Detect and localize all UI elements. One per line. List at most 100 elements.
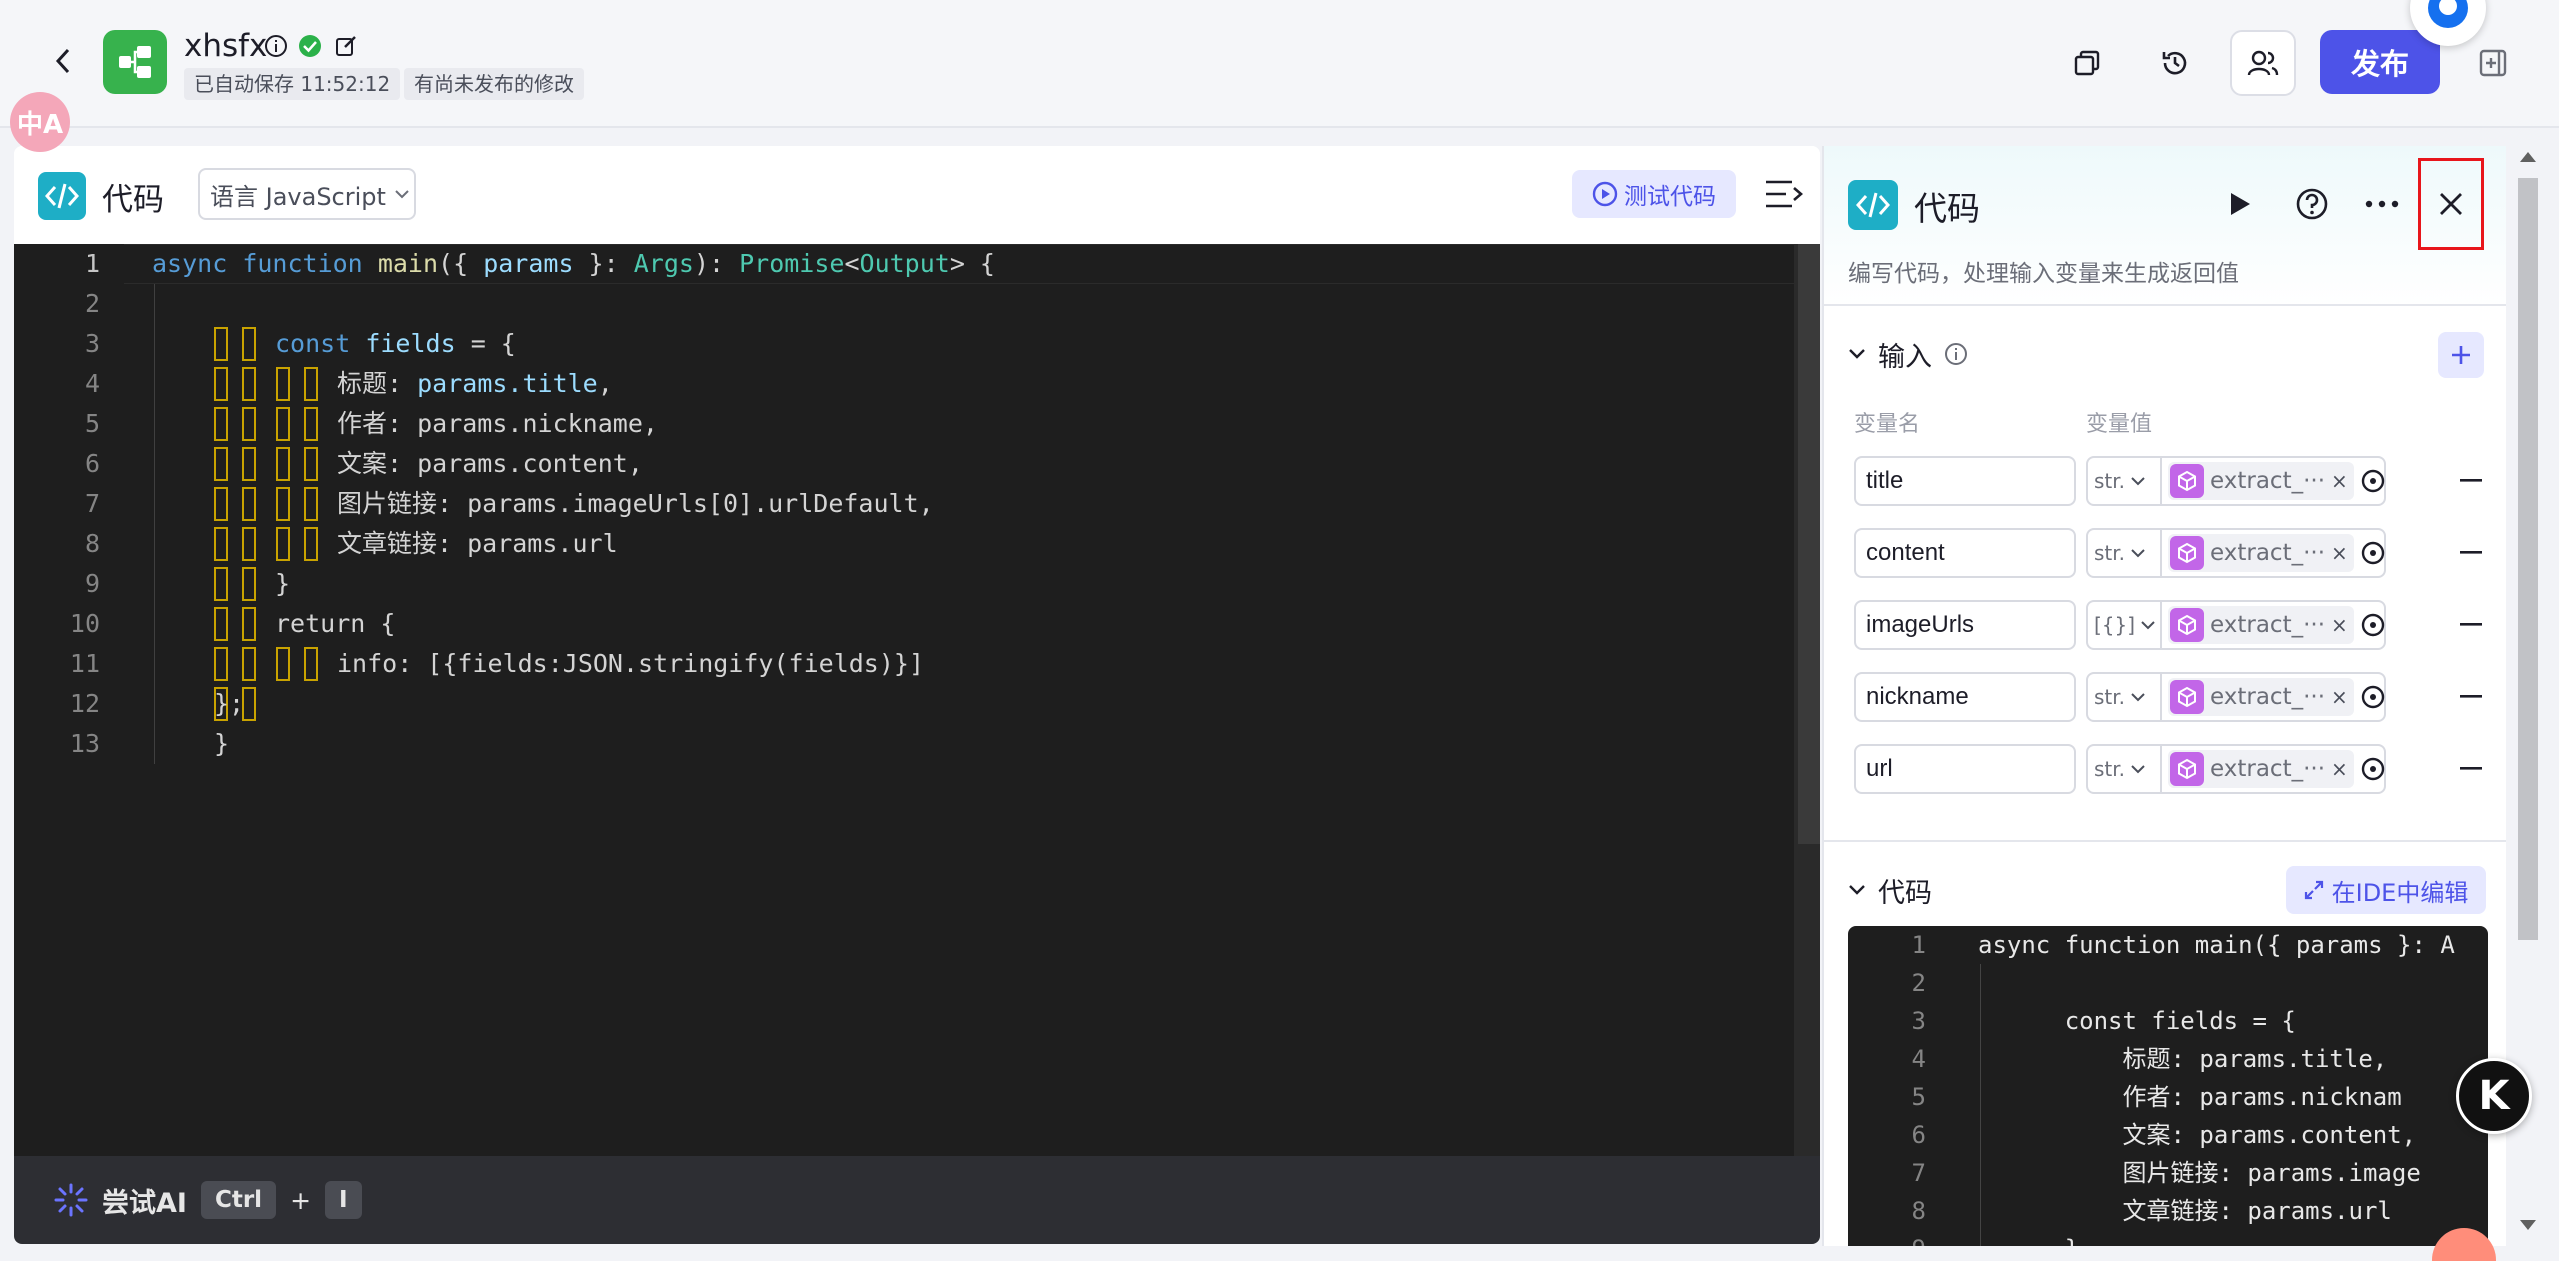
indent-guide	[154, 284, 155, 764]
code-line: };	[214, 689, 245, 718]
add-panel-button[interactable]	[2460, 30, 2526, 96]
variable-value-field[interactable]: extract_··· ×	[2160, 456, 2386, 506]
line-number: 1	[84, 249, 100, 278]
code-icon	[38, 172, 86, 220]
variable-value-field[interactable]: extract_··· ×	[2160, 528, 2386, 578]
variable-name-input[interactable]: content	[1854, 528, 2076, 578]
reference-chip[interactable]: extract_··· ×	[2168, 462, 2354, 500]
code-token: Output	[859, 249, 950, 278]
reference-chip[interactable]: extract_··· ×	[2168, 750, 2354, 788]
target-icon[interactable]	[2360, 466, 2386, 496]
line-number: 12	[69, 689, 100, 718]
publish-button[interactable]: 发布	[2320, 30, 2440, 94]
variable-name-input[interactable]: nickname	[1854, 672, 2076, 722]
ai-assist-bar[interactable]: 尝试AI Ctrl + I	[14, 1156, 1820, 1244]
variable-name-input[interactable]: url	[1854, 744, 2076, 794]
variable-name-input[interactable]: title	[1854, 456, 2076, 506]
remove-reference-icon[interactable]: ×	[2331, 685, 2348, 709]
ai-label: 尝试AI	[102, 1187, 187, 1219]
editor-scrollbar-thumb[interactable]	[1798, 244, 1820, 844]
code-section-toggle[interactable]: 代码	[1848, 870, 1932, 910]
remove-reference-icon[interactable]: ×	[2331, 469, 2348, 493]
back-button[interactable]	[46, 44, 80, 78]
whitespace-marker	[214, 407, 228, 441]
code-line: const fields = {	[1978, 1007, 2296, 1035]
code-editor[interactable]: 1 2 3 4 5 6 7 8 9 10 11 12 13 async func…	[14, 244, 1820, 1156]
info-icon[interactable]	[262, 32, 290, 60]
variable-name-input[interactable]: imageUrls	[1854, 600, 2076, 650]
column-header-value: 变量值	[2086, 412, 2153, 437]
help-button[interactable]	[2290, 182, 2334, 226]
close-panel-button[interactable]	[2418, 158, 2484, 250]
edit-in-ide-button[interactable]: 在IDE中编辑	[2286, 866, 2486, 914]
page-scrollbar-thumb[interactable]	[2518, 178, 2538, 940]
test-code-button[interactable]: 测试代码	[1572, 170, 1736, 218]
code-line: const fields = {	[275, 324, 516, 364]
whitespace-marker	[304, 647, 318, 681]
reference-chip[interactable]: extract_··· ×	[2168, 606, 2354, 644]
whitespace-marker	[214, 527, 228, 561]
whitespace-marker	[214, 367, 228, 401]
history-button[interactable]	[2142, 30, 2208, 96]
code-token: ({	[438, 249, 484, 278]
copy-button[interactable]	[2054, 30, 2120, 96]
code-icon	[1848, 180, 1898, 230]
play-icon	[2231, 193, 2250, 215]
remove-reference-icon[interactable]: ×	[2331, 757, 2348, 781]
variable-value-field[interactable]: extract_··· ×	[2160, 600, 2386, 650]
whitespace-marker	[276, 407, 290, 441]
outline-menu-icon[interactable]	[1764, 176, 1804, 212]
line-number: 2	[84, 289, 100, 318]
target-icon[interactable]	[2360, 682, 2386, 712]
minus-icon	[2460, 623, 2482, 626]
scroll-up-arrow[interactable]	[2520, 152, 2536, 162]
chevron-down-icon	[1849, 885, 1865, 895]
scroll-down-arrow[interactable]	[2520, 1220, 2536, 1230]
edit-in-ide-label: 在IDE中编辑	[2331, 878, 2469, 907]
chevron-down-icon	[395, 190, 409, 199]
add-input-button[interactable]	[2438, 332, 2484, 378]
variable-type-select[interactable]: str.	[2086, 528, 2162, 578]
collaborators-button[interactable]	[2230, 30, 2296, 96]
variable-value-field[interactable]: extract_··· ×	[2160, 672, 2386, 722]
code-editor-panel: 代码 语言 JavaScript 测试代码 1 2 3 4 5 6 7 8 9 …	[14, 146, 1820, 1244]
variable-type-select[interactable]: [{}]	[2086, 600, 2162, 650]
editor-scrollbar[interactable]	[1794, 244, 1820, 1156]
whitespace-marker	[242, 527, 256, 561]
variable-type-value: str.	[2094, 541, 2126, 565]
edit-icon[interactable]	[332, 32, 360, 60]
variable-type-select[interactable]: str.	[2086, 744, 2162, 794]
variable-type-value: str.	[2094, 469, 2126, 493]
help-icon	[2296, 188, 2328, 220]
shortcut-key: I	[325, 1181, 362, 1219]
reference-chip[interactable]: extract_··· ×	[2168, 534, 2354, 572]
remove-variable-button[interactable]	[2454, 752, 2488, 786]
app-name: xhsfx	[184, 28, 268, 64]
whitespace-marker	[242, 487, 256, 521]
target-icon[interactable]	[2360, 538, 2386, 568]
reference-chip[interactable]: extract_··· ×	[2168, 678, 2354, 716]
language-select[interactable]: 语言 JavaScript	[198, 168, 416, 220]
remove-reference-icon[interactable]: ×	[2331, 541, 2348, 565]
users-icon	[2247, 50, 2279, 76]
more-icon	[2365, 200, 2399, 208]
line-number: 7	[1911, 1159, 1926, 1187]
remove-variable-button[interactable]	[2454, 680, 2488, 714]
variable-type-select[interactable]: str.	[2086, 672, 2162, 722]
remove-reference-icon[interactable]: ×	[2331, 613, 2348, 637]
remove-variable-button[interactable]	[2454, 464, 2488, 498]
translate-badge[interactable]: 中A	[10, 92, 70, 152]
assistant-k-button[interactable]: K	[2456, 1058, 2532, 1134]
line-number: 13	[69, 729, 100, 758]
chevron-down-icon	[2131, 549, 2145, 558]
input-section-toggle[interactable]: 输入	[1848, 334, 1968, 374]
target-icon[interactable]	[2360, 610, 2386, 640]
target-icon[interactable]	[2360, 754, 2386, 784]
remove-variable-button[interactable]	[2454, 608, 2488, 642]
remove-variable-button[interactable]	[2454, 536, 2488, 570]
more-options-button[interactable]	[2360, 182, 2404, 226]
code-preview[interactable]: 1 2 3 4 5 6 7 8 9 async function main({ …	[1848, 926, 2488, 1246]
run-button[interactable]	[2218, 182, 2262, 226]
variable-value-field[interactable]: extract_··· ×	[2160, 744, 2386, 794]
variable-type-select[interactable]: str.	[2086, 456, 2162, 506]
